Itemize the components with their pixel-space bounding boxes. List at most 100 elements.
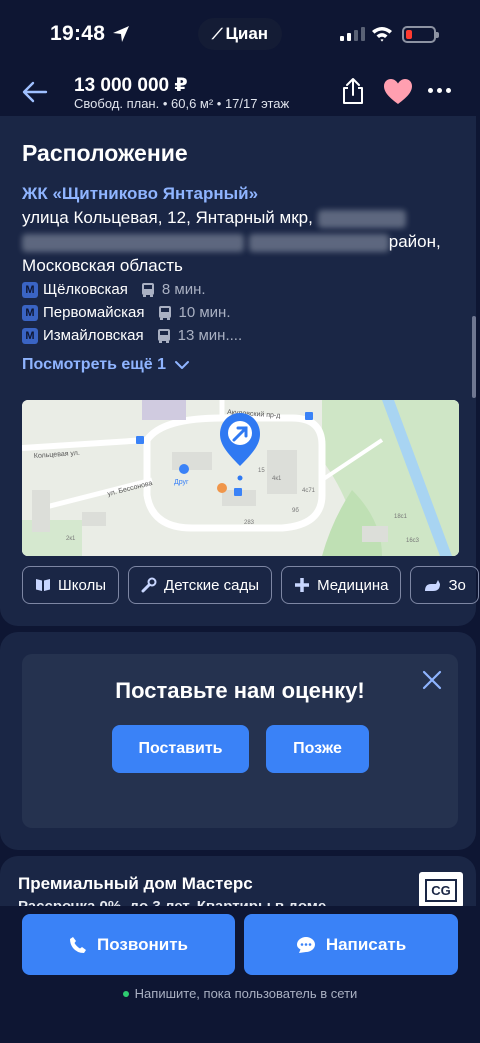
online-dot-icon bbox=[122, 990, 129, 997]
online-status: Напишите, пока пользователь в сети bbox=[0, 986, 480, 1001]
call-button[interactable]: Позвонить bbox=[22, 914, 235, 975]
share-button[interactable] bbox=[340, 76, 366, 106]
online-note-text: Напишите, пока пользователь в сети bbox=[134, 986, 358, 1001]
cell-signal-icon bbox=[340, 27, 365, 41]
location-arrow-icon bbox=[113, 26, 129, 42]
chip-medicine[interactable]: Медицина bbox=[281, 566, 402, 604]
app-label: Циан bbox=[225, 24, 269, 43]
favorite-button[interactable] bbox=[383, 78, 413, 106]
chip-kindergartens[interactable]: Детские сады bbox=[128, 566, 273, 604]
status-bar: 19:48 ⟋ Циан bbox=[0, 0, 480, 68]
metro-icon: M bbox=[22, 304, 38, 321]
metro-time: 13 мин.... bbox=[177, 327, 243, 344]
hidden-text bbox=[248, 233, 389, 252]
chat-bubble-icon bbox=[296, 936, 315, 953]
later-button[interactable]: Позже bbox=[266, 725, 369, 773]
location-title: Расположение bbox=[22, 140, 188, 166]
see-more-label: Посмотреть ещё 1 bbox=[22, 356, 167, 373]
map-house-number: 2к1 bbox=[66, 536, 76, 542]
scrollbar[interactable] bbox=[472, 316, 476, 398]
write-button[interactable]: Написать bbox=[244, 914, 458, 975]
dot-icon bbox=[437, 88, 442, 93]
cafe-icon bbox=[217, 483, 227, 493]
paw-icon bbox=[179, 464, 189, 474]
metro-item: M Щёлковская 8 мин. bbox=[22, 278, 242, 301]
chevron-down-icon bbox=[175, 361, 190, 369]
share-icon bbox=[343, 78, 363, 104]
close-button[interactable] bbox=[420, 668, 444, 692]
rating-card: Поставьте нам оценку! Поставить Позже bbox=[0, 632, 476, 850]
metro-icon: M bbox=[22, 281, 38, 298]
chip-label: Школы bbox=[58, 576, 107, 594]
dot-icon bbox=[428, 88, 433, 93]
cian-logo-icon: ⟋ bbox=[211, 25, 223, 43]
map-house-number: 4с71 bbox=[302, 488, 316, 494]
back-button[interactable] bbox=[20, 78, 50, 106]
metro-time: 8 мин. bbox=[161, 281, 206, 298]
address-line1: улица Кольцевая, 12, Янтарный мкр, bbox=[22, 208, 313, 227]
bus-icon bbox=[141, 282, 154, 297]
metro-icon: M bbox=[22, 327, 38, 344]
call-label: Позвонить bbox=[97, 934, 188, 954]
metro-item: M Первомайская 10 мин. bbox=[22, 301, 242, 324]
chip-schools[interactable]: Школы bbox=[22, 566, 120, 604]
bus-stop-icon bbox=[136, 436, 144, 444]
chip-label: Детские сады bbox=[164, 576, 260, 594]
metro-name: Измайловская bbox=[43, 327, 144, 344]
close-icon bbox=[422, 670, 442, 690]
chip-label: Медицина bbox=[317, 576, 389, 594]
plus-icon bbox=[295, 578, 310, 592]
rate-button[interactable]: Поставить bbox=[112, 725, 249, 773]
promo-title: Премиальный дом Мастерс bbox=[18, 874, 253, 893]
map-canvas: Кольцевая ул. ул. Бессонова Акуловский п… bbox=[22, 400, 459, 556]
listing-header: 13 000 000 ₽ Свобод. план. • 60,6 м² • 1… bbox=[0, 68, 480, 116]
bottom-action-bar: Позвонить Написать Напишите, пока пользо… bbox=[0, 906, 480, 1043]
chip-label: Зо bbox=[448, 576, 466, 594]
location-card: Расположение ЖК «Щитниково Янтарный» ули… bbox=[0, 116, 479, 626]
arrow-left-icon bbox=[22, 81, 48, 103]
more-options-button[interactable] bbox=[428, 88, 454, 96]
map-house-number: 15 bbox=[258, 468, 265, 474]
bus-stop-icon bbox=[305, 412, 313, 420]
bus-icon bbox=[158, 305, 171, 320]
write-label: Написать bbox=[325, 934, 407, 954]
status-time: 19:48 bbox=[50, 22, 106, 45]
bus-icon bbox=[157, 328, 170, 343]
pet-icon bbox=[425, 580, 441, 591]
location-map[interactable]: Кольцевая ул. ул. Бессонова Акуловский п… bbox=[22, 400, 459, 556]
see-more-button[interactable]: Посмотреть ещё 1 bbox=[22, 356, 190, 374]
rating-prompt: Поставьте нам оценку! Поставить Позже bbox=[22, 654, 458, 828]
phone-icon bbox=[70, 936, 87, 953]
map-house-number: 16с3 bbox=[406, 538, 420, 544]
address-line3: Московская область bbox=[22, 256, 183, 275]
rating-title: Поставьте нам оценку! bbox=[115, 678, 365, 703]
promo-logo: CG bbox=[419, 872, 463, 908]
wifi-icon bbox=[372, 27, 392, 42]
metro-time: 10 мин. bbox=[178, 304, 231, 321]
metro-name: Первомайская bbox=[43, 304, 145, 321]
dynamic-island[interactable]: ⟋ Циан bbox=[198, 18, 282, 50]
map-house-number: 9б bbox=[292, 508, 299, 514]
hidden-text bbox=[317, 209, 406, 228]
infrastructure-chips: Школы Детские сады Медицина Зо bbox=[22, 566, 479, 604]
address-district-suffix: район, bbox=[388, 232, 441, 251]
promo-logo-text: CG bbox=[425, 878, 457, 902]
book-icon bbox=[36, 579, 50, 591]
listing-subtitle: Свобод. план. • 60,6 м² • 17/17 этаж bbox=[74, 96, 290, 111]
bus-stop-icon bbox=[234, 488, 242, 496]
map-poi-label: Друг bbox=[174, 479, 189, 486]
map-house-number: 18с1 bbox=[394, 514, 408, 520]
dot-icon bbox=[446, 88, 451, 93]
chip-zoo[interactable]: Зо bbox=[410, 566, 479, 604]
address: улица Кольцевая, 12, Янтарный мкр, район… bbox=[22, 206, 462, 278]
complex-link[interactable]: ЖК «Щитниково Янтарный» bbox=[22, 184, 258, 204]
listing-price: 13 000 000 ₽ bbox=[74, 75, 188, 96]
hidden-text bbox=[22, 233, 244, 252]
metro-list: M Щёлковская 8 мин. M Первомайская 10 ми… bbox=[22, 278, 242, 347]
heart-icon bbox=[384, 79, 412, 104]
metro-item: M Измайловская 13 мин.... bbox=[22, 324, 242, 347]
map-house-number: 283 bbox=[244, 520, 255, 526]
map-house-number: 4к1 bbox=[272, 476, 282, 482]
pacifier-icon bbox=[141, 577, 157, 593]
metro-name: Щёлковская bbox=[43, 281, 128, 298]
